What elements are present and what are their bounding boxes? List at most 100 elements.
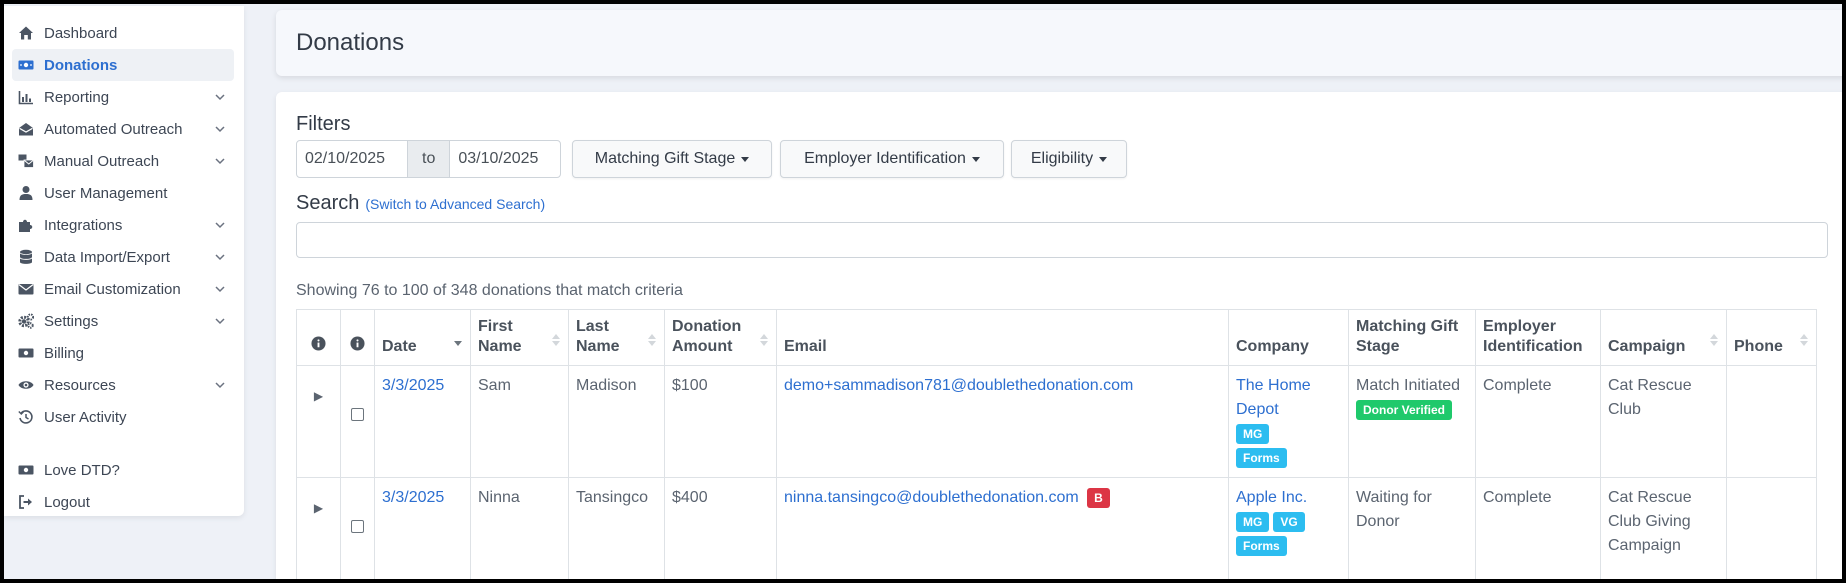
sidebar-item-donations[interactable]: Donations bbox=[12, 49, 234, 81]
table-row: ▶ 3/3/2025 Ninna Tansingco $400 ninna.ta… bbox=[296, 477, 1817, 583]
sort-icon bbox=[552, 333, 560, 347]
eye-icon bbox=[18, 377, 34, 393]
chevron-down-icon bbox=[214, 379, 226, 391]
filters-title: Filters bbox=[296, 113, 351, 135]
date-from-input[interactable]: 02/10/2025 bbox=[296, 140, 408, 178]
sidebar-item-reporting[interactable]: Reporting bbox=[12, 81, 234, 113]
donation-date-link[interactable]: 3/3/2025 bbox=[382, 489, 444, 506]
forms-badge: Forms bbox=[1236, 536, 1287, 556]
donor-verified-badge: Donor Verified bbox=[1356, 400, 1453, 420]
column-header-matching-gift-stage[interactable]: Matching Gift Stage bbox=[1348, 309, 1476, 366]
database-icon bbox=[18, 249, 34, 265]
dropdown-label: Employer Identification bbox=[804, 150, 966, 167]
sidebar-item-label: Automated Outreach bbox=[44, 120, 183, 138]
email-cell: ninna.tansingco@doublethedonation.com B bbox=[776, 477, 1229, 583]
sidebar-item-dashboard[interactable]: Dashboard bbox=[12, 17, 234, 49]
sidebar-item-love-dtd[interactable]: Love DTD? bbox=[12, 454, 234, 486]
column-header-last-name[interactable]: Last Name bbox=[568, 309, 665, 366]
first-name-cell: Sam bbox=[470, 365, 569, 478]
sidebar-item-settings[interactable]: Settings bbox=[12, 305, 234, 337]
sidebar-item-label: Love DTD? bbox=[44, 461, 120, 479]
column-header-email[interactable]: Email bbox=[776, 309, 1229, 366]
mg-badge: MG bbox=[1236, 512, 1270, 532]
info-circle-icon[interactable] bbox=[350, 336, 365, 351]
dropdown-label: Eligibility bbox=[1030, 150, 1094, 167]
column-header-donation-amount[interactable]: Donation Amount bbox=[664, 309, 777, 366]
phone-cell bbox=[1726, 477, 1817, 583]
envelope-open-icon bbox=[18, 121, 34, 137]
search-label: Search bbox=[296, 192, 360, 214]
sidebar-item-data-import-export[interactable]: Data Import/Export bbox=[12, 241, 234, 273]
column-header-first-name[interactable]: First Name bbox=[470, 309, 569, 366]
mg-badge: MG bbox=[1236, 424, 1270, 444]
chevron-down-icon bbox=[214, 123, 226, 135]
home-icon bbox=[18, 25, 34, 41]
chevron-down-icon bbox=[214, 251, 226, 263]
row-checkbox[interactable] bbox=[351, 520, 364, 533]
company-cell: Apple Inc. MG VG Forms bbox=[1228, 477, 1349, 583]
email-link[interactable]: demo+sammadison781@doublethedonation.com bbox=[784, 377, 1133, 394]
sidebar-item-label: Logout bbox=[44, 493, 90, 511]
row-checkbox[interactable] bbox=[351, 408, 364, 421]
chevron-down-icon bbox=[214, 219, 226, 231]
dropdown-label: Matching Gift Stage bbox=[594, 150, 736, 167]
sort-icon bbox=[760, 333, 768, 347]
donation-date-link[interactable]: 3/3/2025 bbox=[382, 377, 444, 394]
column-header-date[interactable]: Date bbox=[374, 309, 471, 366]
sidebar-item-email-customization[interactable]: Email Customization bbox=[12, 273, 234, 305]
matching-gift-stage-dropdown[interactable]: Matching Gift Stage bbox=[572, 140, 772, 178]
select-cell bbox=[340, 365, 375, 478]
sidebar-item-user-activity[interactable]: User Activity bbox=[12, 401, 234, 433]
employer-identification-cell: Complete bbox=[1475, 365, 1601, 478]
vg-badge: VG bbox=[1273, 512, 1305, 532]
column-header-employer-identification[interactable]: Employer Identification bbox=[1475, 309, 1601, 366]
mail-bulk-icon bbox=[18, 153, 34, 169]
chart-bar-icon bbox=[18, 89, 34, 105]
sidebar-item-manual-outreach[interactable]: Manual Outreach bbox=[12, 145, 234, 177]
expand-column-header bbox=[296, 309, 341, 366]
column-header-campaign[interactable]: Campaign bbox=[1600, 309, 1727, 366]
advanced-search-link[interactable]: (Switch to Advanced Search) bbox=[365, 196, 545, 212]
user-icon bbox=[18, 185, 34, 201]
column-header-label: Last Name bbox=[576, 318, 620, 355]
sidebar-item-label: Data Import/Export bbox=[44, 248, 170, 266]
company-link[interactable]: Apple Inc. bbox=[1236, 486, 1341, 510]
search-input[interactable] bbox=[296, 222, 1828, 258]
email-link[interactable]: ninna.tansingco@doublethedonation.com bbox=[784, 489, 1079, 506]
sidebar-item-automated-outreach[interactable]: Automated Outreach bbox=[12, 113, 234, 145]
info-circle-icon[interactable] bbox=[311, 336, 326, 351]
chevron-down-icon bbox=[214, 155, 226, 167]
table-row: ▶ 3/3/2025 Sam Madison $100 demo+sammadi… bbox=[296, 365, 1817, 478]
column-header-phone[interactable]: Phone bbox=[1726, 309, 1817, 366]
sidebar-item-label: Settings bbox=[44, 312, 99, 330]
company-link[interactable]: The Home Depot bbox=[1236, 374, 1341, 422]
sidebar-item-resources[interactable]: Resources bbox=[12, 369, 234, 401]
sidebar-item-label: Reporting bbox=[44, 88, 110, 106]
sidebar-item-integrations[interactable]: Integrations bbox=[12, 209, 234, 241]
column-header-company[interactable]: Company bbox=[1228, 309, 1349, 366]
cogs-icon bbox=[18, 313, 34, 329]
employer-identification-cell: Complete bbox=[1475, 477, 1601, 583]
envelope-icon bbox=[18, 281, 34, 297]
column-header-label: Phone bbox=[1734, 338, 1783, 355]
eligibility-dropdown[interactable]: Eligibility bbox=[1011, 140, 1127, 178]
expand-row-icon[interactable]: ▶ bbox=[296, 365, 341, 478]
chevron-down-icon bbox=[214, 283, 226, 295]
sidebar: Dashboard Donations Reporting Automated … bbox=[4, 6, 244, 516]
date-to-input[interactable]: 03/10/2025 bbox=[449, 140, 562, 178]
employer-identification-dropdown[interactable]: Employer Identification bbox=[780, 140, 1004, 178]
sidebar-item-billing[interactable]: Billing bbox=[12, 337, 234, 369]
expand-row-icon[interactable]: ▶ bbox=[296, 477, 341, 583]
sidebar-item-logout[interactable]: Logout bbox=[12, 486, 234, 518]
stage-text: Match Initiated bbox=[1356, 377, 1461, 394]
sidebar-item-user-management[interactable]: User Management bbox=[12, 177, 234, 209]
sort-icon bbox=[1710, 333, 1718, 347]
sign-out-icon bbox=[18, 494, 34, 510]
history-icon bbox=[18, 409, 34, 425]
campaign-cell: Cat Rescue Club Giving Campaign bbox=[1600, 477, 1727, 583]
sort-icon bbox=[648, 333, 656, 347]
money-bill-icon bbox=[18, 462, 34, 478]
sidebar-item-label: User Activity bbox=[44, 408, 127, 426]
sidebar-item-label: Resources bbox=[44, 376, 116, 394]
sort-desc-icon bbox=[454, 333, 462, 347]
